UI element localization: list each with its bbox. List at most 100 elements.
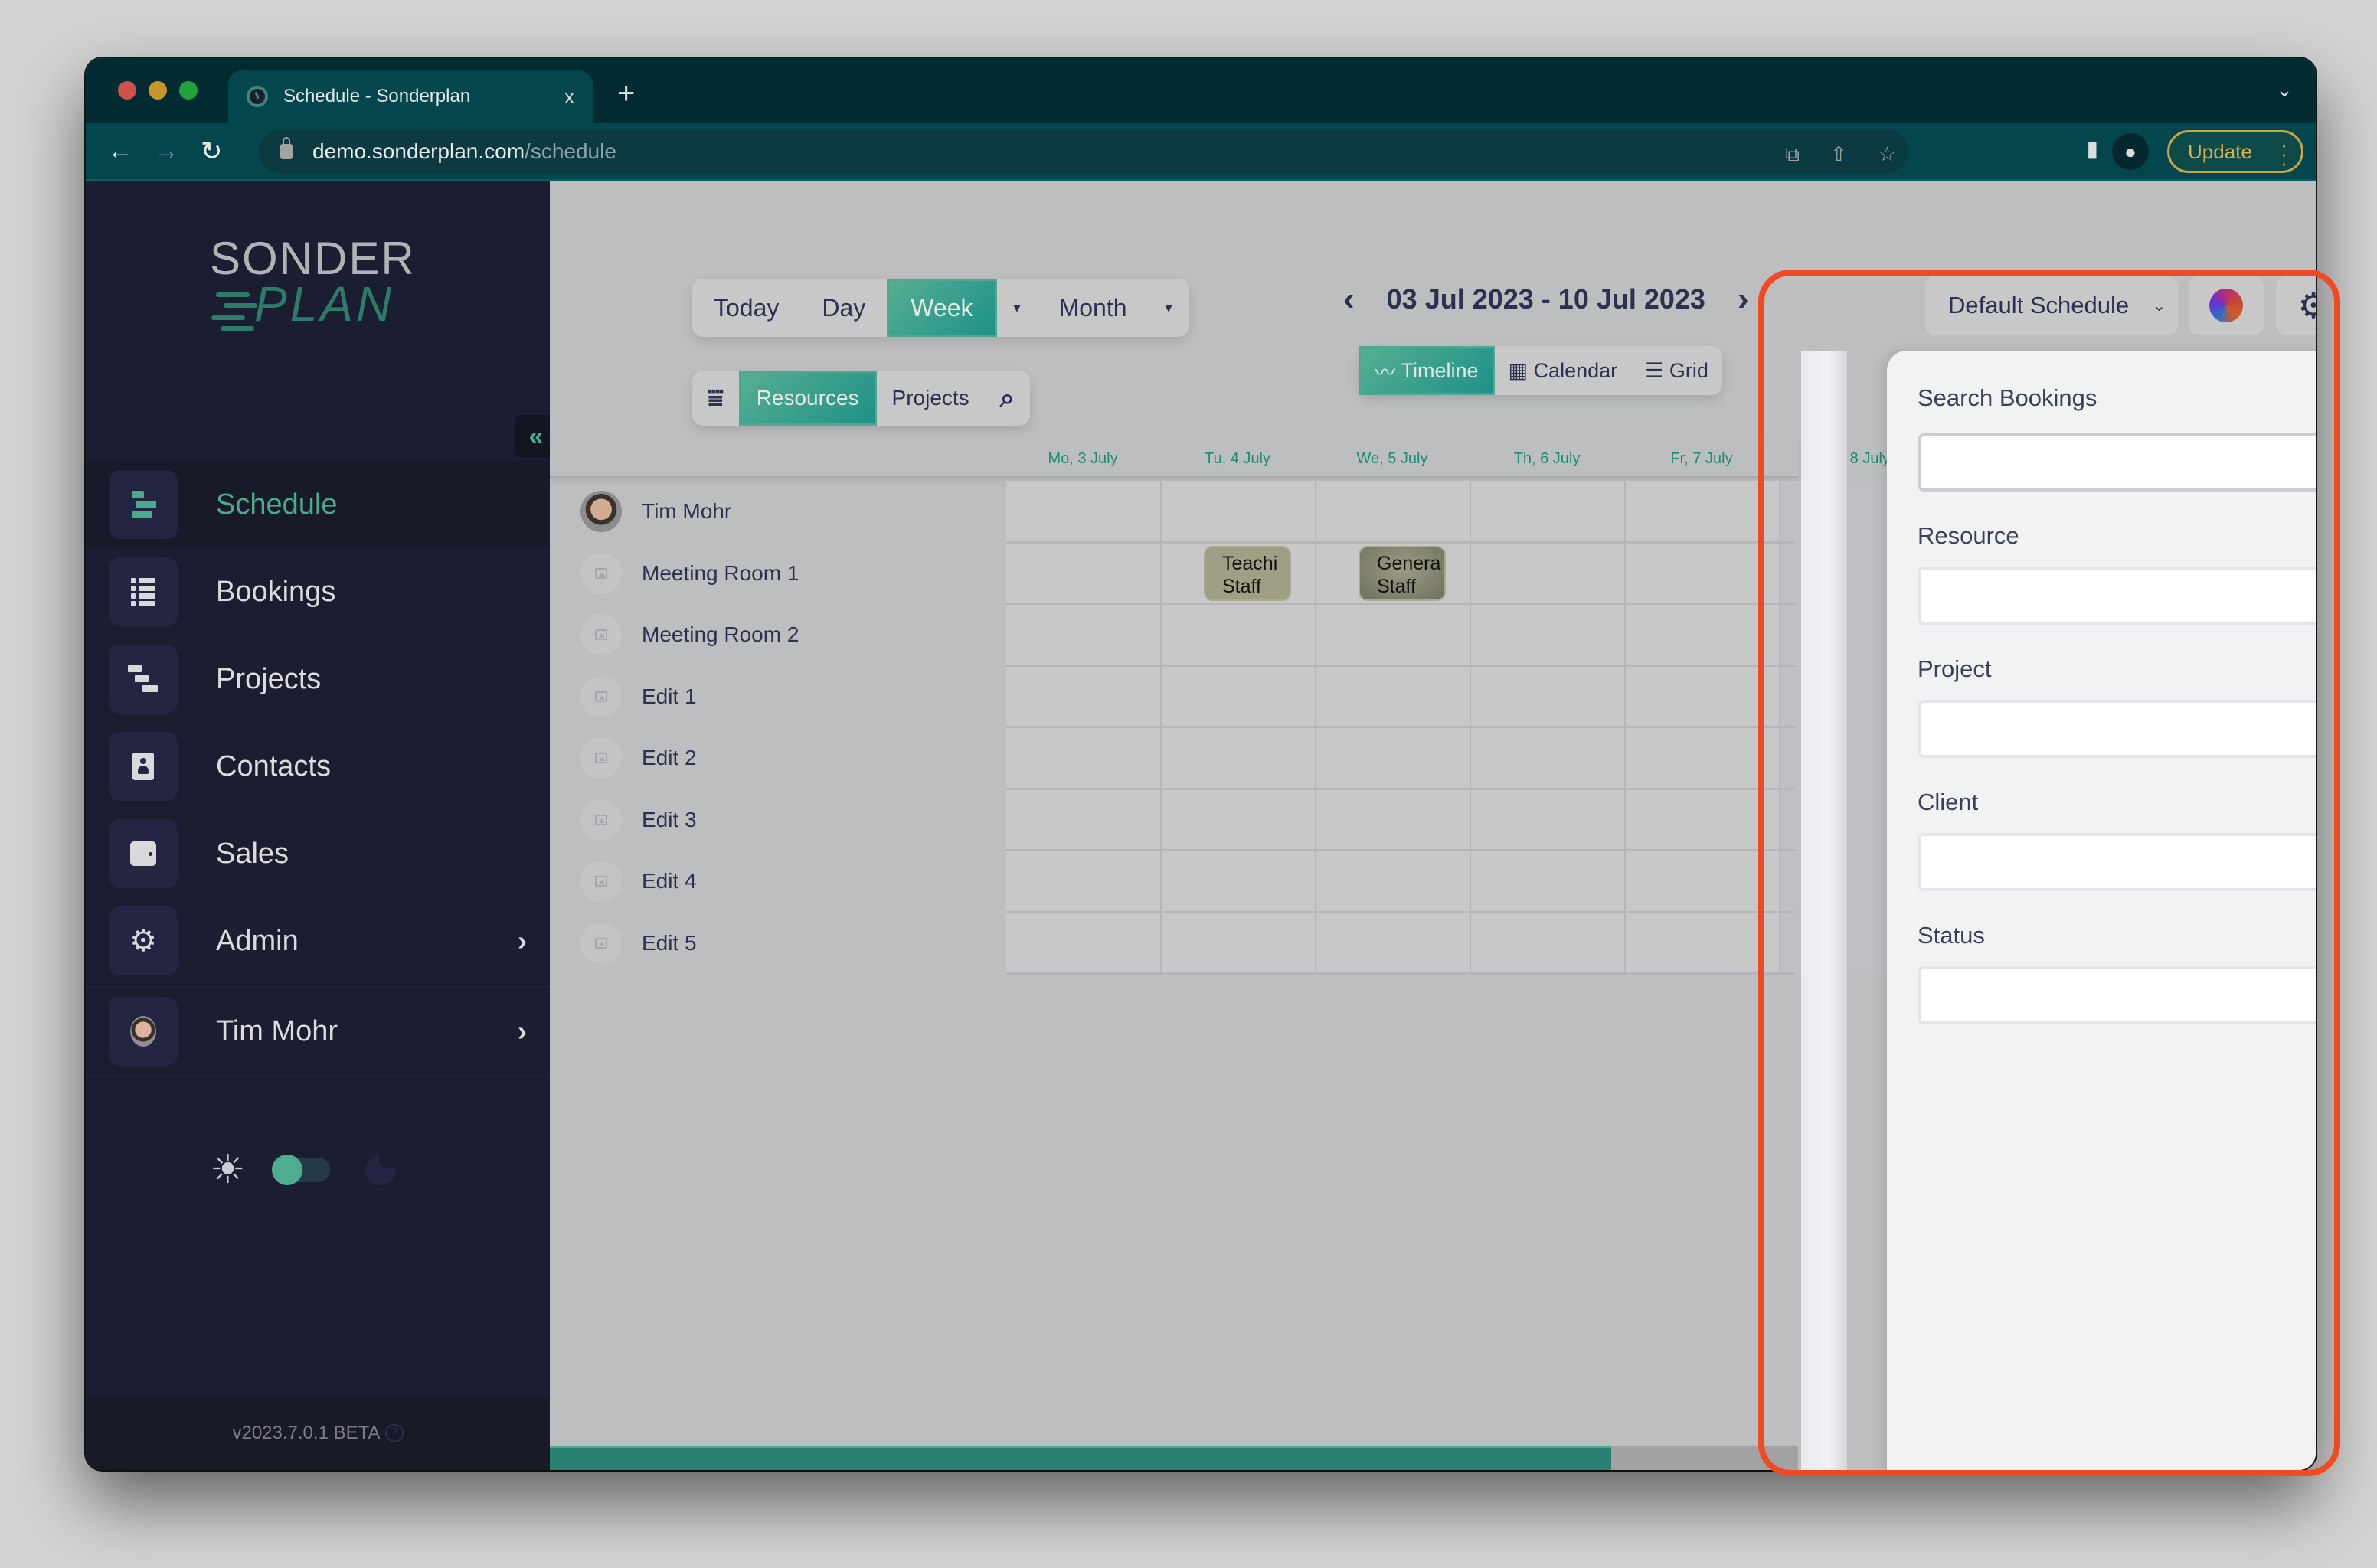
resource-row[interactable]: Edit 2: [550, 727, 920, 789]
resource-name: Meeting Room 1: [642, 560, 799, 585]
grid-row-line: [1006, 603, 1795, 605]
grid-button[interactable]: ☰ Grid: [1631, 346, 1722, 395]
sidebar-item-label: Contacts: [216, 750, 331, 782]
layout-group: 〰 Timeline ▦ Calendar ☰ Grid: [1359, 346, 1722, 395]
settings-button[interactable]: ⚙: [2276, 276, 2316, 335]
booking-chip[interactable]: Teachi Staff: [1204, 545, 1291, 601]
profile-icon[interactable]: ●: [2112, 133, 2149, 170]
gear-icon: ⚙: [2297, 286, 2316, 325]
search-bookings-input[interactable]: [1918, 433, 2316, 492]
maximize-window-button[interactable]: [179, 81, 198, 100]
status-field[interactable]: [1918, 966, 2316, 1024]
calendar-button[interactable]: ▦ Calendar: [1495, 346, 1632, 395]
favicon-clock-icon: [247, 86, 268, 107]
project-label: Project: [1918, 655, 1992, 682]
reload-icon[interactable]: ↻: [201, 136, 223, 167]
gear-icon: ⚙: [109, 906, 178, 975]
timeline-grid: Teachi Staff Genera Staff: [1006, 481, 1934, 975]
sonderplan-logo[interactable]: SONDER PLAN: [210, 236, 416, 329]
close-window-button[interactable]: [118, 81, 136, 100]
resource-name: Edit 1: [642, 684, 697, 708]
url-host: demo.sonderplan.com: [312, 139, 525, 163]
resource-row[interactable]: Edit 3: [550, 789, 920, 851]
browser-tab[interactable]: Schedule - Sonderplan x: [228, 70, 593, 122]
help-icon[interactable]: ?: [384, 1424, 404, 1442]
dark-mode-toggle[interactable]: [271, 1155, 330, 1185]
url-input[interactable]: demo.sonderplan.com/schedule ⧉ ⇧ ☆: [259, 130, 1908, 173]
user-avatar: [109, 997, 178, 1066]
sidebar-item-sales[interactable]: Sales: [86, 810, 550, 897]
chevron-down-icon: ⌄: [2153, 297, 2166, 315]
resource-row[interactable]: Meeting Room 2: [550, 604, 920, 666]
horizontal-scrollbar[interactable]: [550, 1446, 1798, 1470]
day-header: Tu, 4 July: [1205, 450, 1270, 467]
grid-label: Grid: [1669, 358, 1708, 382]
new-tab-button[interactable]: +: [617, 77, 635, 111]
booking-subtitle: Staff: [1377, 575, 1416, 597]
resource-field[interactable]: [1918, 567, 2316, 625]
version-footer: v2023.7.0.1 BETA ?: [86, 1396, 550, 1470]
color-picker-button[interactable]: [2189, 276, 2264, 335]
sidebar-item-contacts[interactable]: Contacts: [86, 723, 550, 810]
date-navigation: ‹ 03 Jul 2023 - 10 Jul 2023 ›: [1334, 280, 1758, 318]
sidebar-item-schedule[interactable]: Schedule: [86, 461, 550, 548]
resource-row[interactable]: Edit 1: [550, 666, 920, 728]
day-header: Fr, 7 July: [1670, 450, 1733, 467]
sidebar-item-label: Bookings: [216, 575, 336, 608]
lock-icon[interactable]: [280, 137, 293, 159]
resource-name: Edit 4: [642, 869, 697, 893]
update-button[interactable]: Update · · ·: [2167, 130, 2303, 173]
forward-arrow-icon[interactable]: →: [153, 136, 179, 166]
month-button[interactable]: Month: [1038, 279, 1149, 337]
image-placeholder-icon: [580, 737, 622, 779]
grid-row-line: [1006, 972, 1795, 975]
sidebar-item-projects[interactable]: Projects: [86, 635, 550, 723]
week-dropdown-caret-icon[interactable]: ▾: [997, 279, 1038, 337]
projects-button[interactable]: Projects: [877, 371, 985, 426]
resource-row[interactable]: Meeting Room 1: [550, 543, 920, 605]
week-button[interactable]: Week: [887, 279, 997, 337]
view-range-group: Today Day Week ▾ Month ▾: [692, 279, 1189, 337]
prev-week-icon[interactable]: ‹: [1334, 280, 1364, 318]
tab-search-chevron-icon[interactable]: ⌄: [2276, 78, 2293, 102]
sliders-icon[interactable]: ⩸: [692, 371, 739, 426]
resource-name: Meeting Room 2: [642, 622, 799, 647]
month-dropdown-caret-icon[interactable]: ▾: [1149, 279, 1189, 337]
scrollbar-thumb[interactable]: [550, 1446, 1611, 1470]
day-button[interactable]: Day: [800, 279, 887, 337]
sidebar-item-bookings[interactable]: Bookings: [86, 548, 550, 635]
back-arrow-icon[interactable]: ←: [107, 136, 133, 166]
client-field[interactable]: [1918, 833, 2316, 891]
resource-row[interactable]: Edit 4: [550, 851, 920, 913]
search-icon[interactable]: ⌕: [985, 371, 1030, 426]
sidebar-item-label: Sales: [216, 837, 289, 870]
kebab-menu-icon[interactable]: · · ·: [2281, 135, 2287, 173]
project-field[interactable]: [1918, 700, 2316, 758]
sidebar-item-label: Admin: [216, 924, 299, 957]
resource-row[interactable]: Tim Mohr: [550, 481, 920, 543]
resource-name: Edit 3: [642, 807, 697, 831]
resource-label: Resource: [1918, 522, 2019, 549]
bookmark-star-icon[interactable]: ☆: [1878, 142, 1896, 166]
next-week-icon[interactable]: ›: [1728, 280, 1758, 318]
resource-name: Edit 2: [642, 746, 697, 770]
table-grid-icon: ▦: [1508, 358, 1534, 382]
share-icon[interactable]: ⇧: [1830, 142, 1847, 166]
url-path: /schedule: [525, 139, 616, 163]
tab-close-icon[interactable]: x: [564, 85, 574, 109]
resources-button[interactable]: Resources: [738, 371, 877, 426]
schedule-select[interactable]: Default Schedule ⌄: [1925, 276, 2178, 335]
sidepanel-icon[interactable]: ▮: [2087, 136, 2098, 162]
resource-row[interactable]: Edit 5: [550, 913, 920, 975]
booking-chip[interactable]: Genera Staff: [1359, 545, 1446, 601]
timeline-button[interactable]: 〰 Timeline: [1359, 346, 1495, 395]
timeline-header: Mo, 3 July Tu, 4 July We, 5 July Th, 6 July…: [550, 441, 1890, 478]
today-button[interactable]: Today: [692, 279, 800, 337]
open-external-icon[interactable]: ⧉: [1785, 142, 1800, 167]
minimize-window-button[interactable]: [149, 81, 167, 100]
sun-icon: ☀: [210, 1148, 246, 1192]
sidebar-item-user[interactable]: Tim Mohr ›: [86, 988, 550, 1075]
grid-row-line: [1006, 849, 1795, 851]
sidebar-item-admin[interactable]: ⚙ Admin ›: [86, 897, 550, 985]
image-placeholder-icon: [580, 552, 622, 594]
